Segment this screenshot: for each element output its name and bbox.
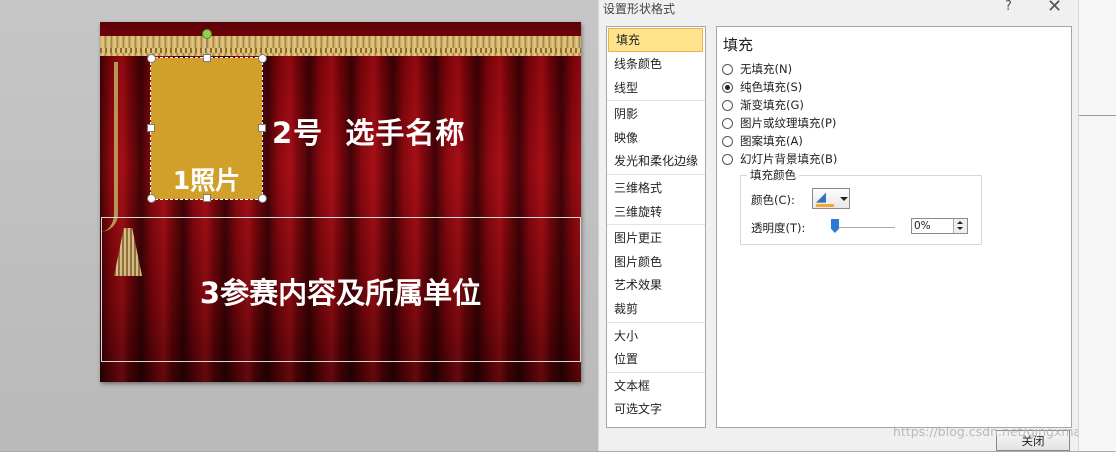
resize-handle-bl[interactable] xyxy=(147,194,156,203)
transparency-spinner[interactable]: 0% xyxy=(911,218,968,234)
nav-item-line-style[interactable]: 线型 xyxy=(607,76,705,100)
spin-down-icon[interactable] xyxy=(957,227,963,230)
radio-button[interactable] xyxy=(722,135,733,147)
nav-item-fill[interactable]: 填充 xyxy=(608,28,703,52)
nav-item-text-box[interactable]: 文本框 xyxy=(607,374,705,398)
nav-item-3d-rotation[interactable]: 三维旋转 xyxy=(607,200,705,224)
resize-handle-br[interactable] xyxy=(258,194,267,203)
spinner-buttons[interactable] xyxy=(953,219,967,233)
transparency-label: 透明度(T): xyxy=(751,221,806,235)
radio-slide-background-fill[interactable]: 幻灯片背景填充(B) xyxy=(722,150,837,168)
color-swatch xyxy=(816,204,834,207)
radio-button-checked[interactable] xyxy=(722,81,733,93)
close-icon[interactable]: ✕ xyxy=(1047,0,1062,17)
nav-item-position[interactable]: 位置 xyxy=(607,347,705,371)
resize-handle-l[interactable] xyxy=(147,124,155,132)
radio-no-fill[interactable]: 无填充(N) xyxy=(722,60,792,78)
radio-pattern-fill[interactable]: 图案填充(A) xyxy=(722,132,803,150)
nav-item-picture-color[interactable]: 图片颜色 xyxy=(607,250,705,274)
right-edge-panel xyxy=(1078,0,1116,451)
format-shape-dialog: 设置形状格式 ? ✕ 填充 线条颜色 线型 阴影 映像 发光和柔化边缘 三维格式… xyxy=(598,0,1079,451)
radio-button[interactable] xyxy=(722,153,733,165)
transparency-value[interactable]: 0% xyxy=(914,219,931,233)
radio-label: 图片或纹理填充(P) xyxy=(740,116,837,130)
nav-item-alt-text[interactable]: 可选文字 xyxy=(607,397,705,421)
resize-handle-tl[interactable] xyxy=(147,54,156,63)
resize-handle-t[interactable] xyxy=(203,54,211,62)
photo-label: 1照片 xyxy=(172,166,241,195)
nav-item-glow-soft-edges[interactable]: 发光和柔化边缘 xyxy=(607,149,705,173)
photo-placeholder-shape[interactable]: 1照片 xyxy=(150,57,263,200)
radio-button[interactable] xyxy=(722,117,733,129)
divider xyxy=(1079,115,1116,116)
fill-panel: 填充 无填充(N) 纯色填充(S) 渐变填充(G) 图片或纹理填充(P) 图案填… xyxy=(716,26,1072,428)
nav-item-line-color[interactable]: 线条颜色 xyxy=(607,52,705,76)
curtain-valance xyxy=(100,22,581,56)
resize-handle-b[interactable] xyxy=(203,194,211,202)
category-nav: 填充 线条颜色 线型 阴影 映像 发光和柔化边缘 三维格式 三维旋转 图片更正 … xyxy=(606,26,706,428)
radio-label: 图案填充(A) xyxy=(740,134,803,148)
radio-label: 幻灯片背景填充(B) xyxy=(740,152,838,166)
nav-item-artistic-effects[interactable]: 艺术效果 xyxy=(607,273,705,297)
radio-gradient-fill[interactable]: 渐变填充(G) xyxy=(722,96,804,114)
fill-color-picker[interactable]: ◢ xyxy=(812,188,850,209)
fill-color-group: 填充颜色 颜色(C): ◢ 透明度(T): 0% xyxy=(740,167,982,245)
radio-label: 渐变填充(G) xyxy=(740,98,804,112)
nav-divider xyxy=(607,100,705,102)
player-name-text[interactable]: 2号 选手名称 xyxy=(272,110,465,152)
spin-up-icon[interactable] xyxy=(957,221,963,224)
radio-label: 纯色填充(S) xyxy=(740,80,803,94)
radio-label: 无填充(N) xyxy=(740,62,793,76)
radio-solid-fill[interactable]: 纯色填充(S) xyxy=(722,78,802,96)
paint-bucket-icon: ◢ xyxy=(816,190,826,205)
group-title: 填充颜色 xyxy=(747,167,799,183)
nav-divider xyxy=(607,224,705,226)
slide[interactable]: 1照片 2号 选手名称 3参赛内容及所属单位 xyxy=(100,22,581,382)
nav-item-size[interactable]: 大小 xyxy=(607,324,705,348)
help-icon[interactable]: ? xyxy=(1005,0,1012,14)
nav-divider xyxy=(607,173,705,175)
watermark: https://blog.csdn.net/qingxmar xyxy=(893,424,1087,439)
radio-button[interactable] xyxy=(722,63,733,75)
transparency-slider-thumb[interactable] xyxy=(831,219,839,233)
content-text: 3参赛内容及所属单位 xyxy=(199,276,482,310)
nav-divider xyxy=(607,321,705,323)
nav-item-reflection[interactable]: 映像 xyxy=(607,126,705,150)
transparency-slider-track[interactable] xyxy=(834,227,895,228)
radio-picture-texture-fill[interactable]: 图片或纹理填充(P) xyxy=(722,114,836,132)
resize-handle-r[interactable] xyxy=(258,124,266,132)
chevron-down-icon xyxy=(840,197,848,201)
radio-button[interactable] xyxy=(722,99,733,111)
nav-item-crop[interactable]: 裁剪 xyxy=(607,297,705,321)
rotate-handle[interactable] xyxy=(202,29,212,39)
color-label: 颜色(C): xyxy=(751,193,795,207)
dialog-title: 设置形状格式 xyxy=(603,2,676,16)
nav-divider xyxy=(607,371,705,373)
panel-title: 填充 xyxy=(723,36,754,54)
nav-item-shadow[interactable]: 阴影 xyxy=(607,102,705,126)
slide-canvas-area: 1照片 2号 选手名称 3参赛内容及所属单位 xyxy=(0,0,598,451)
nav-item-3d-format[interactable]: 三维格式 xyxy=(607,176,705,200)
tassel-rope xyxy=(100,62,118,232)
nav-item-picture-corrections[interactable]: 图片更正 xyxy=(607,226,705,250)
resize-handle-tr[interactable] xyxy=(258,54,267,63)
